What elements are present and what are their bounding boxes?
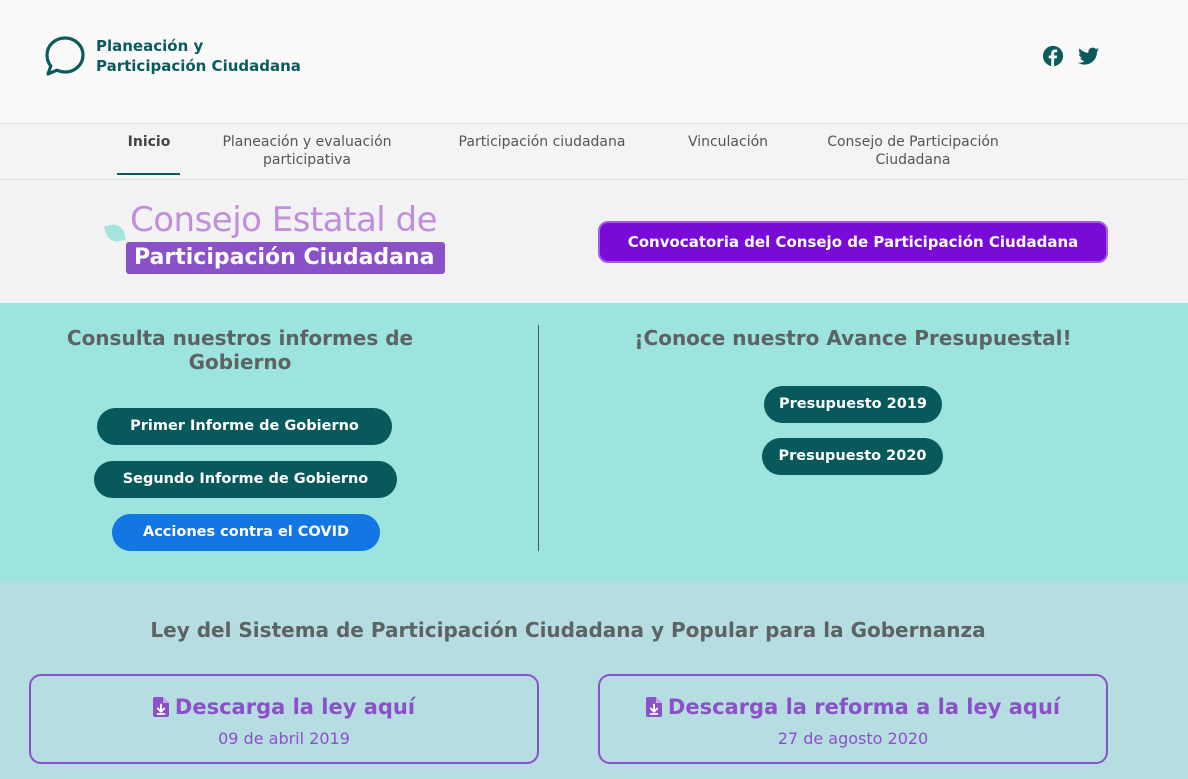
- primer-informe-button[interactable]: Primer Informe de Gobierno: [97, 408, 392, 445]
- download-reforma-label: Descarga la reforma a la ley aquí: [667, 695, 1061, 719]
- twitter-icon[interactable]: [1078, 45, 1100, 67]
- covid-button[interactable]: Acciones contra el COVID: [112, 514, 380, 551]
- segundo-informe-button[interactable]: Segundo Informe de Gobierno: [94, 461, 397, 498]
- nav-item-planeacion[interactable]: Planeación y evaluación participativa: [207, 133, 407, 169]
- informes-title: Consulta nuestros informes de Gobierno: [66, 326, 414, 374]
- ley-title: Ley del Sistema de Participación Ciudada…: [150, 618, 986, 642]
- ley-section: Ley del Sistema de Participación Ciudada…: [0, 582, 1188, 779]
- site-header: Planeación y Participación Ciudadana: [0, 0, 1188, 123]
- presupuesto-2020-button[interactable]: Presupuesto 2020: [762, 438, 943, 475]
- consejo-banner: Consejo Estatal de Participación Ciudada…: [0, 180, 1188, 303]
- consejo-logo: Consejo Estatal de Participación Ciudada…: [103, 200, 466, 280]
- social-links: [1042, 45, 1100, 67]
- nav-item-consejo[interactable]: Consejo de Participación Ciudadana: [810, 133, 1016, 169]
- facebook-icon[interactable]: [1042, 45, 1064, 67]
- presupuesto-title: ¡Conoce nuestro Avance Presupuestal!: [634, 326, 1072, 350]
- nav-item-inicio[interactable]: Inicio: [126, 133, 172, 151]
- main-nav: Inicio Planeación y evaluación participa…: [0, 123, 1188, 179]
- file-download-icon: [152, 697, 169, 717]
- logo-line1: Planeación y: [96, 37, 204, 55]
- consejo-logo-line1: Consejo Estatal de: [130, 200, 438, 240]
- leaf-icon: [103, 221, 127, 245]
- nav-item-participacion[interactable]: Participación ciudadana: [440, 133, 644, 151]
- speech-bubble-icon: [45, 36, 85, 76]
- file-download-icon: [645, 697, 662, 717]
- download-ley-box[interactable]: Descarga la ley aquí 09 de abril 2019: [29, 674, 539, 764]
- presupuesto-2019-button[interactable]: Presupuesto 2019: [764, 386, 942, 423]
- logo-line2: Participación Ciudadana: [96, 57, 301, 75]
- nav-item-vinculacion[interactable]: Vinculación: [676, 133, 780, 151]
- download-reforma-box[interactable]: Descarga la reforma a la ley aquí 27 de …: [598, 674, 1108, 764]
- section-divider: [538, 325, 539, 551]
- download-ley-label: Descarga la ley aquí: [174, 695, 416, 719]
- informes-section: Consulta nuestros informes de Gobierno P…: [0, 303, 1188, 582]
- download-ley-date: 09 de abril 2019: [218, 729, 350, 748]
- nav-active-indicator: [117, 173, 180, 175]
- site-logo[interactable]: Planeación y Participación Ciudadana: [44, 35, 301, 77]
- convocatoria-button[interactable]: Convocatoria del Consejo de Participació…: [598, 221, 1108, 263]
- consejo-logo-line2: Participación Ciudadana: [126, 242, 445, 274]
- download-reforma-date: 27 de agosto 2020: [777, 729, 929, 748]
